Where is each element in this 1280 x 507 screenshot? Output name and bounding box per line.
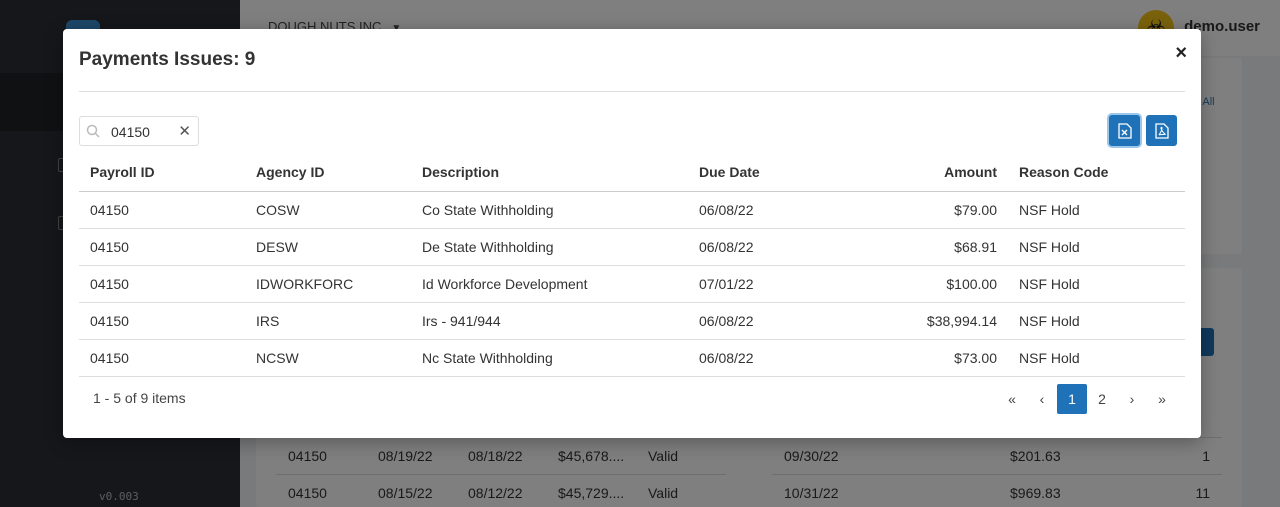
cell-payroll-id: 04150: [79, 339, 245, 377]
modal-divider: [79, 91, 1185, 92]
payment-issues-modal: Payments Issues: 9 × 04150 ✕ Payroll ID …: [63, 29, 1201, 438]
cell-description: Id Workforce Development: [411, 265, 688, 303]
table-row[interactable]: 04150 NCSW Nc State Withholding 06/08/22…: [79, 339, 1185, 377]
table-row[interactable]: 04150 IDWORKFORC Id Workforce Developmen…: [79, 265, 1185, 303]
cell-due-date: 06/08/22: [688, 302, 811, 340]
excel-icon: [1117, 122, 1132, 139]
cell-due-date: 06/08/22: [688, 191, 811, 229]
cell-payroll-id: 04150: [79, 265, 245, 303]
column-header-due-date[interactable]: Due Date: [688, 153, 811, 192]
search-icon: [86, 124, 100, 138]
pager-info: 1 - 5 of 9 items: [93, 390, 186, 406]
column-header-amount[interactable]: Amount: [811, 153, 1008, 192]
pagination: « ‹ 1 2 › »: [997, 384, 1177, 414]
pdf-icon: [1154, 122, 1169, 139]
first-page-icon[interactable]: «: [997, 384, 1027, 414]
clear-search-icon[interactable]: ✕: [178, 122, 191, 140]
cell-reason-code: NSF Hold: [1008, 339, 1185, 377]
cell-due-date: 06/08/22: [688, 339, 811, 377]
cell-reason-code: NSF Hold: [1008, 228, 1185, 266]
cell-agency-id: DESW: [245, 228, 411, 266]
search-input[interactable]: 04150 ✕: [79, 116, 199, 146]
cell-reason-code: NSF Hold: [1008, 302, 1185, 340]
cell-reason-code: NSF Hold: [1008, 265, 1185, 303]
cell-amount: $38,994.14: [811, 302, 1008, 340]
cell-agency-id: NCSW: [245, 339, 411, 377]
table-header-row: Payroll ID Agency ID Description Due Dat…: [79, 153, 1185, 192]
table-row[interactable]: 04150 COSW Co State Withholding 06/08/22…: [79, 191, 1185, 229]
cell-amount: $73.00: [811, 339, 1008, 377]
export-pdf-button[interactable]: [1146, 115, 1177, 146]
table-row[interactable]: 04150 IRS Irs - 941/944 06/08/22 $38,994…: [79, 302, 1185, 340]
prev-page-icon[interactable]: ‹: [1027, 384, 1057, 414]
cell-payroll-id: 04150: [79, 228, 245, 266]
table-row[interactable]: 04150 DESW De State Withholding 06/08/22…: [79, 228, 1185, 266]
column-header-reason-code[interactable]: Reason Code: [1008, 153, 1185, 192]
last-page-icon[interactable]: »: [1147, 384, 1177, 414]
next-page-icon[interactable]: ›: [1117, 384, 1147, 414]
search-value: 04150: [111, 124, 150, 140]
cell-payroll-id: 04150: [79, 191, 245, 229]
cell-reason-code: NSF Hold: [1008, 191, 1185, 229]
cell-description: De State Withholding: [411, 228, 688, 266]
column-header-agency-id[interactable]: Agency ID: [245, 153, 411, 192]
cell-payroll-id: 04150: [79, 302, 245, 340]
cell-agency-id: IRS: [245, 302, 411, 340]
cell-due-date: 06/08/22: [688, 228, 811, 266]
cell-description: Co State Withholding: [411, 191, 688, 229]
page-button-1[interactable]: 1: [1057, 384, 1087, 414]
cell-amount: $79.00: [811, 191, 1008, 229]
close-icon[interactable]: ×: [1175, 43, 1187, 63]
issues-table: Payroll ID Agency ID Description Due Dat…: [79, 153, 1185, 377]
cell-due-date: 07/01/22: [688, 265, 811, 303]
cell-amount: $100.00: [811, 265, 1008, 303]
page-button-2[interactable]: 2: [1087, 384, 1117, 414]
cell-description: Irs - 941/944: [411, 302, 688, 340]
modal-title: Payments Issues: 9: [79, 49, 256, 70]
cell-amount: $68.91: [811, 228, 1008, 266]
cell-agency-id: IDWORKFORC: [245, 265, 411, 303]
cell-agency-id: COSW: [245, 191, 411, 229]
column-header-description[interactable]: Description: [411, 153, 688, 192]
export-excel-button[interactable]: [1109, 115, 1140, 146]
column-header-payroll-id[interactable]: Payroll ID: [79, 153, 245, 192]
cell-description: Nc State Withholding: [411, 339, 688, 377]
